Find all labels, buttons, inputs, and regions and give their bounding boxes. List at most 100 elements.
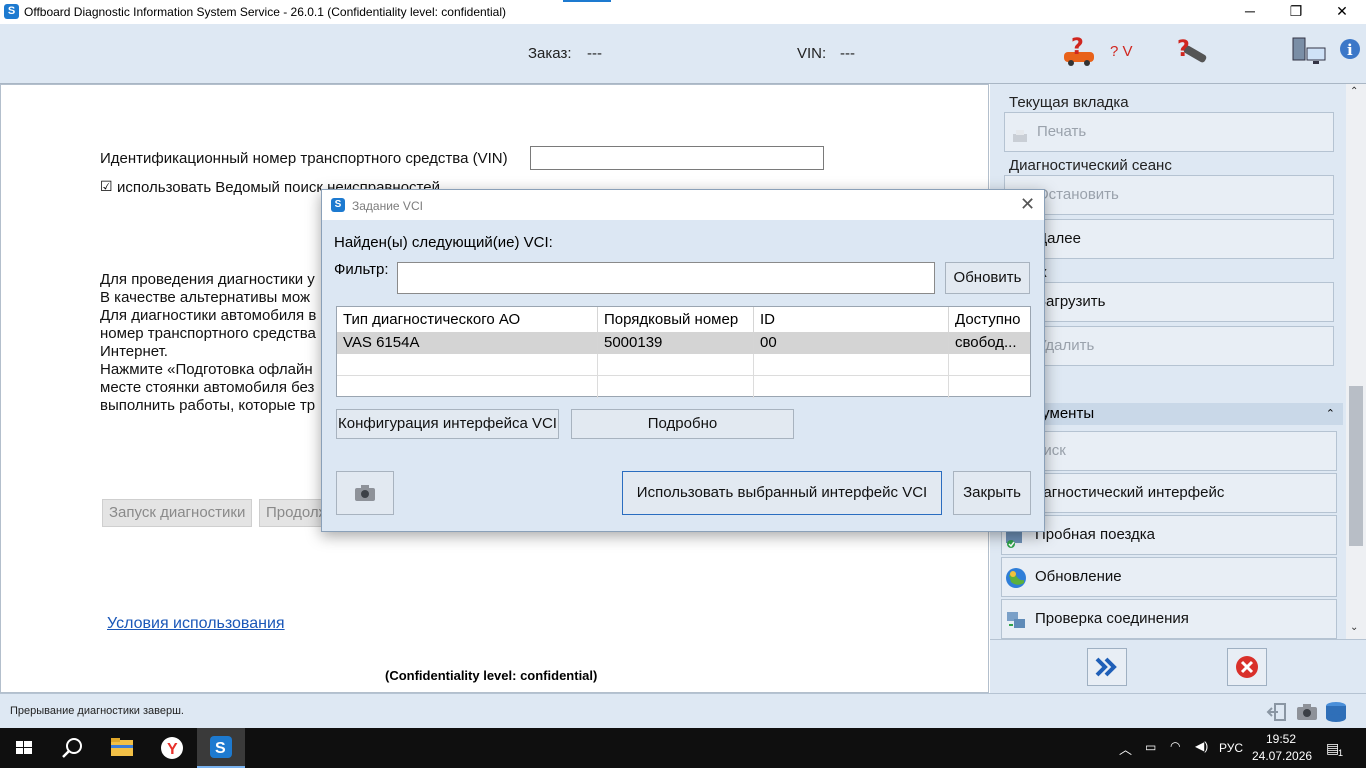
vin-header-label: VIN: — [797, 45, 827, 62]
next-button[interactable]: Далее — [1004, 219, 1334, 259]
dialog-logo-icon: S — [331, 198, 345, 212]
test-drive-label: Пробная поездка — [1035, 526, 1155, 543]
network-icon[interactable] — [1291, 34, 1329, 68]
info-line: Нажмите «Подготовка офлайн — [100, 361, 313, 378]
test-drive-button[interactable]: Пробная поездка — [1001, 515, 1337, 555]
empty-cell — [598, 376, 754, 398]
windows-start-icon[interactable] — [0, 728, 48, 768]
column-header[interactable]: ID — [754, 307, 949, 332]
order-value: --- — [587, 45, 602, 62]
right-panel-scrollbar[interactable] — [1346, 84, 1366, 639]
diag-interface-button[interactable]: иагностический интерфейс — [1001, 473, 1337, 513]
exit-icon[interactable] — [1266, 702, 1288, 722]
info-icon[interactable]: i — [1337, 34, 1363, 68]
battery-icon[interactable]: ▭ — [1145, 740, 1156, 754]
wifi-icon[interactable]: ◠ — [1170, 739, 1180, 753]
cancel-button[interactable] — [1227, 648, 1267, 686]
collapse-chevron-icon[interactable]: ⌃ — [1326, 403, 1335, 425]
tools-section-header[interactable]: рументы ⌃ — [1001, 403, 1343, 425]
bottom-action-panel — [990, 639, 1366, 693]
empty-cell — [754, 376, 949, 398]
vin-input[interactable] — [530, 146, 824, 170]
connection-check-button[interactable]: Проверка соединения — [1001, 599, 1337, 639]
maximize-button[interactable]: ❐ — [1273, 0, 1319, 24]
windows-taskbar: Y S ︿ ▭ ◠ ◀) РУС 19:52 24.07.2026 ▤ 1 — [0, 728, 1366, 768]
load-button[interactable]: Загрузить — [1004, 282, 1334, 322]
clock-time[interactable]: 19:52 — [1266, 732, 1296, 746]
tray-expand-icon[interactable]: ︿ — [1119, 739, 1132, 758]
empty-cell — [337, 376, 598, 398]
scrollbar-thumb[interactable] — [1349, 386, 1363, 546]
scroll-up-icon[interactable]: ⌃ — [1350, 86, 1358, 97]
odis-logo-icon: S — [4, 4, 19, 19]
vci-dialog: S Задание VCI ✕ Найден(ы) следующий(ие) … — [321, 189, 1045, 532]
help-tool-icon[interactable]: ? — [1173, 34, 1211, 68]
minimize-button[interactable]: ─ — [1227, 0, 1273, 24]
confidentiality-footer: (Confidentiality level: confidential) — [385, 668, 598, 683]
dialog-close-icon[interactable]: ✕ — [1020, 194, 1035, 215]
screenshot-camera-icon[interactable] — [1295, 702, 1319, 722]
continue-button[interactable]: Продолж — [259, 499, 329, 527]
help-vehicle-icon[interactable]: ? — [1060, 34, 1098, 68]
clock-date[interactable]: 24.07.2026 — [1252, 749, 1312, 763]
empty-cell — [337, 354, 598, 376]
stop-button[interactable]: Остановить — [1004, 175, 1334, 215]
refresh-button[interactable]: Обновить — [945, 262, 1030, 294]
guided-search-checkbox[interactable]: ☑ — [100, 178, 113, 195]
table-cell: 5000139 — [598, 332, 754, 354]
order-label: Заказ: — [528, 45, 572, 62]
table-cell: 00 — [754, 332, 949, 354]
dialog-titlebar: S Задание VCI ✕ — [322, 190, 1044, 220]
table-cell: VAS 6154A — [337, 332, 598, 354]
search-icon[interactable] — [48, 728, 96, 768]
use-selected-vci-button[interactable]: Использовать выбранный интерфейс VCI — [622, 471, 942, 515]
scroll-down-icon[interactable]: ⌄ — [1350, 622, 1358, 633]
filter-input[interactable] — [397, 262, 935, 294]
globe-icon — [1005, 566, 1027, 588]
print-button-label: Печать — [1037, 123, 1087, 140]
svg-text:i: i — [1347, 41, 1353, 59]
close-window-button[interactable]: ✕ — [1319, 0, 1365, 24]
table-cell: свобод... — [949, 332, 1030, 354]
vin-header-value: --- — [840, 45, 855, 62]
yandex-browser-icon[interactable]: Y — [148, 728, 196, 768]
forward-button[interactable] — [1087, 648, 1127, 686]
print-button[interactable]: Печать — [1004, 112, 1334, 152]
info-line: номер транспортного средства — [100, 325, 316, 342]
info-line: месте стоянки автомобиля без — [100, 379, 315, 396]
volume-icon[interactable]: ◀) — [1195, 739, 1208, 753]
print-icon — [1011, 123, 1029, 142]
empty-cell — [949, 376, 1030, 398]
diag-interface-label: иагностический интерфейс — [1035, 484, 1225, 501]
info-line: Интернет. — [100, 343, 168, 360]
delete-button[interactable]: Удалить — [1004, 326, 1334, 366]
vci-config-button[interactable]: Конфигурация интерфейса VCI — [336, 409, 559, 439]
language-indicator[interactable]: РУС — [1219, 741, 1243, 755]
dialog-close-button[interactable]: Закрыть — [953, 471, 1031, 515]
svg-text:?: ? — [1177, 37, 1190, 62]
start-diagnostics-button[interactable]: Запуск диагностики — [102, 499, 252, 527]
terms-of-use-link[interactable]: Условия использования — [107, 615, 285, 633]
dialog-camera-button[interactable] — [336, 471, 394, 515]
details-button[interactable]: Подробно — [571, 409, 794, 439]
database-icon[interactable] — [1323, 700, 1349, 724]
svg-text:?: ? — [1071, 35, 1084, 60]
column-header[interactable]: Доступно — [949, 307, 1030, 332]
app-header: Заказ: --- VIN: --- ? ? V ? i — [0, 24, 1366, 84]
info-line: выполнить работы, которые тр — [100, 397, 316, 414]
search-tool-button[interactable]: оиск — [1001, 431, 1337, 471]
double-chevron-right-icon — [1095, 657, 1117, 677]
dialog-title: Задание VCI — [352, 199, 423, 213]
svg-text:Y: Y — [167, 741, 178, 758]
file-explorer-icon[interactable] — [98, 728, 146, 768]
connection-check-label: Проверка соединения — [1035, 610, 1189, 627]
current-tab-section-title: Текущая вкладка — [1009, 94, 1129, 111]
info-line: Для проведения диагностики у — [100, 271, 315, 288]
connection-check-icon — [1005, 608, 1027, 630]
update-button[interactable]: Обновление — [1001, 557, 1337, 597]
column-header[interactable]: Тип диагностического АО — [337, 307, 598, 332]
stop-button-label: Остановить — [1037, 186, 1119, 203]
odis-app-icon[interactable]: S — [197, 728, 245, 768]
empty-cell — [754, 354, 949, 376]
column-header[interactable]: Порядковый номер — [598, 307, 754, 332]
